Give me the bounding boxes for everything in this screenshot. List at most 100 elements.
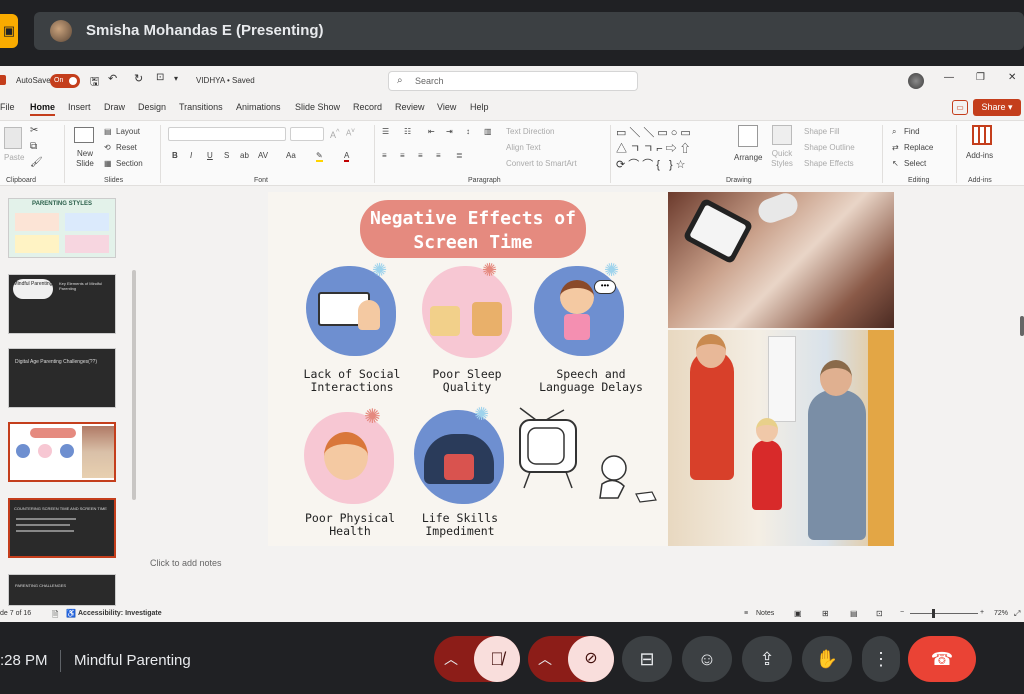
tab-record[interactable]: Record [353, 102, 382, 112]
reset-button[interactable]: Reset [116, 143, 137, 152]
canvas-scrollbar[interactable] [1020, 316, 1024, 336]
camera-options-chevron-icon[interactable]: ︿ [538, 636, 552, 682]
slide-thumbnail[interactable]: PARENTING STYLES [8, 198, 116, 258]
arrange-icon[interactable] [738, 125, 758, 147]
language-icon[interactable]: 🗎 [52, 609, 58, 623]
tab-review[interactable]: Review [395, 102, 425, 112]
underline-icon[interactable]: U [207, 151, 213, 160]
slide-thumbnail-current[interactable] [8, 422, 116, 482]
shape-fill-button[interactable]: Shape Fill [804, 127, 840, 136]
align-center-icon[interactable]: ≡ [400, 151, 405, 160]
shapes-gallery[interactable]: ▭＼＼▭○▭ △ㄱㄱ⌐⇨⇧ ⟳⌒⌒{ }☆ [616, 125, 720, 177]
font-color-icon[interactable]: A [344, 151, 350, 162]
slideshow-view-icon[interactable]: ⊡ [876, 609, 883, 618]
mic-options-chevron-icon[interactable]: ︿ [444, 636, 458, 682]
highlight-icon[interactable]: ✎ [316, 151, 323, 162]
customize-qat-icon[interactable]: ▾ [174, 74, 178, 83]
search-input[interactable]: ⌕ Search [388, 71, 638, 91]
slide-sorter-icon[interactable]: ⊞ [822, 609, 829, 618]
bold-icon[interactable]: B [172, 151, 178, 160]
mic-off-icon[interactable]: 🎙̸ [474, 636, 520, 682]
zoom-slider[interactable] [910, 613, 978, 614]
grow-font-icon[interactable]: A^ [330, 127, 340, 140]
slideshow-icon[interactable]: ⊡ [156, 72, 164, 83]
slide-thumbnail[interactable]: COUNTERING SCREEN TIME AND SCREEN TIME [8, 498, 116, 558]
end-call-icon[interactable]: ☎ [908, 636, 976, 682]
tab-insert[interactable]: Insert [68, 102, 91, 112]
decrease-indent-icon[interactable]: ⇤ [428, 127, 435, 136]
line-spacing-icon[interactable]: ↕ [466, 127, 470, 136]
section-button[interactable]: Section [116, 159, 143, 168]
tab-slide-show[interactable]: Slide Show [295, 102, 340, 112]
present-screen-icon[interactable]: ⇪ [742, 636, 792, 682]
accessibility-icon[interactable]: ♿ [66, 609, 76, 618]
user-avatar[interactable] [908, 73, 924, 89]
share-button[interactable]: Share ▾ [973, 99, 1021, 116]
paste-icon[interactable] [4, 127, 22, 149]
layout-icon[interactable]: ▤ [104, 127, 112, 136]
accessibility-status[interactable]: Accessibility: Investigate [78, 610, 162, 617]
more-options-icon[interactable]: ⋮ [862, 636, 900, 682]
select-button[interactable]: Select [904, 159, 926, 168]
thumbnails-scrollbar[interactable] [132, 270, 136, 500]
notes-icon[interactable]: ≡ [744, 610, 748, 617]
replace-icon[interactable]: ⇄ [892, 143, 899, 152]
layout-button[interactable]: Layout [116, 127, 140, 136]
cut-icon[interactable]: ✂ [30, 125, 38, 136]
copy-icon[interactable]: ⧉ [30, 141, 37, 152]
slide-thumbnail[interactable]: Mindful Parenting Key Elements of Mindfu… [8, 274, 116, 334]
zoom-level[interactable]: 72% [994, 610, 1008, 617]
quick-styles-icon[interactable] [772, 125, 792, 145]
distributed-icon[interactable]: ≣ [456, 151, 463, 160]
zoom-out-icon[interactable]: − [900, 609, 904, 616]
justify-icon[interactable]: ≡ [436, 151, 441, 160]
emoji-icon[interactable]: ☺ [682, 636, 732, 682]
shape-outline-button[interactable]: Shape Outline [804, 143, 855, 152]
change-case-icon[interactable]: Aa [286, 151, 296, 160]
shadow-icon[interactable]: ab [240, 151, 249, 160]
zoom-in-icon[interactable]: + [980, 609, 984, 616]
addins-button[interactable]: Add-ins [966, 151, 993, 160]
notes-placeholder[interactable]: Click to add notes [150, 558, 222, 568]
increase-indent-icon[interactable]: ⇥ [446, 127, 453, 136]
bullets-icon[interactable]: ☰ [382, 127, 389, 136]
align-left-icon[interactable]: ≡ [382, 151, 387, 160]
arrange-button[interactable]: Arrange [734, 153, 762, 162]
section-icon[interactable]: ▦ [104, 159, 112, 168]
format-painter-icon[interactable]: 🖌 [30, 157, 43, 168]
reading-view-icon[interactable]: ▤ [850, 609, 858, 618]
replace-button[interactable]: Replace [904, 143, 933, 152]
char-spacing-icon[interactable]: AV [258, 151, 268, 160]
slide-thumbnail[interactable]: PARENTING CHALLENGES [8, 574, 116, 606]
select-icon[interactable]: ↖ [892, 159, 899, 168]
tab-help[interactable]: Help [470, 102, 489, 112]
addins-icon[interactable] [972, 125, 992, 145]
new-slide-icon[interactable] [74, 127, 94, 143]
fit-slide-icon[interactable]: ⤢ [1014, 609, 1020, 619]
find-button[interactable]: Find [904, 127, 920, 136]
redo-icon[interactable]: ↻ [134, 72, 143, 85]
numbering-icon[interactable]: ☷ [404, 127, 411, 136]
save-icon[interactable]: 🖫 [90, 73, 99, 92]
presenting-icon[interactable]: ▣ [0, 14, 18, 48]
notes-button[interactable]: Notes [756, 610, 774, 617]
strikethrough-icon[interactable]: S [224, 151, 229, 160]
slide-thumbnail[interactable]: Digital Age Parenting Challenges(??) [8, 348, 116, 408]
find-icon[interactable]: ⌕ [892, 127, 896, 137]
shape-effects-button[interactable]: Shape Effects [804, 159, 854, 168]
slide[interactable]: Negative Effects of Screen Time ✺ Lack o… [268, 192, 894, 546]
font-size-field[interactable] [290, 127, 324, 141]
quick-styles-button[interactable]: Quick Styles [768, 149, 796, 169]
reset-icon[interactable]: ⟲ [104, 143, 111, 152]
italic-icon[interactable]: I [190, 151, 192, 160]
font-name-field[interactable] [168, 127, 286, 141]
normal-view-icon[interactable]: ▣ [794, 609, 802, 618]
tab-animations[interactable]: Animations [236, 102, 281, 112]
align-right-icon[interactable]: ≡ [418, 151, 423, 160]
convert-smartart-button[interactable]: Convert to SmartArt [506, 159, 577, 168]
text-direction-button[interactable]: Text Direction [506, 127, 554, 136]
tab-transitions[interactable]: Transitions [179, 102, 223, 112]
tab-design[interactable]: Design [138, 102, 166, 112]
undo-icon[interactable]: ↶ [108, 72, 117, 85]
tab-view[interactable]: View [437, 102, 456, 112]
